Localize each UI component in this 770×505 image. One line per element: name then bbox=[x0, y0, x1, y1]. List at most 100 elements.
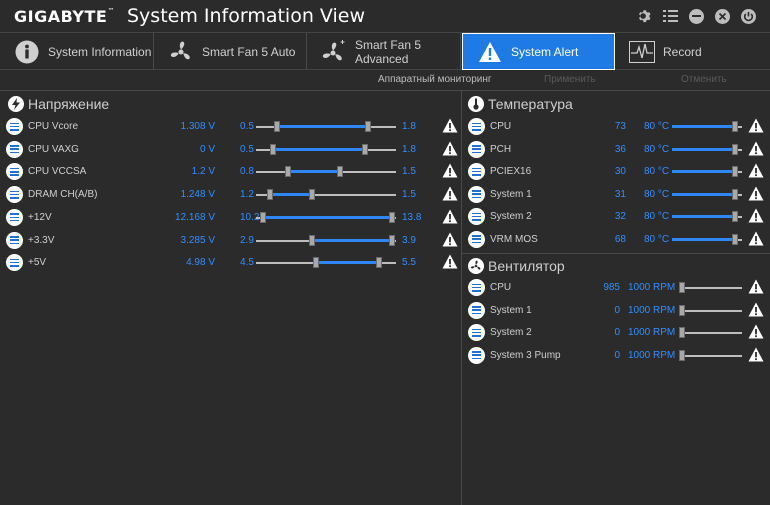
alert-warning-icon[interactable] bbox=[748, 163, 764, 179]
warning-icon bbox=[477, 39, 503, 65]
sensor-name: System 1 bbox=[490, 188, 532, 200]
max-slider-handle[interactable] bbox=[309, 189, 315, 201]
threshold-slider-handle[interactable] bbox=[732, 233, 738, 245]
min-slider-handle[interactable] bbox=[260, 211, 266, 223]
sensor-name: CPU VAXG bbox=[28, 143, 79, 155]
max-threshold: 13.8 bbox=[402, 211, 422, 223]
limit-value: 80 °C bbox=[644, 211, 670, 222]
minimize-icon[interactable] bbox=[688, 8, 704, 24]
threshold-slider-handle[interactable] bbox=[732, 166, 738, 177]
alert-warning-icon[interactable] bbox=[442, 254, 458, 270]
voltage-title: Напряжение bbox=[28, 96, 110, 112]
threshold-slider-fill bbox=[672, 237, 735, 241]
alert-warning-icon[interactable] bbox=[442, 209, 458, 225]
min-slider-handle[interactable] bbox=[269, 143, 276, 155]
threshold-slider-handle[interactable] bbox=[678, 304, 685, 316]
sensor-name: PCH bbox=[490, 143, 512, 155]
alert-warning-icon[interactable] bbox=[748, 347, 764, 363]
max-threshold: 3.9 bbox=[402, 234, 416, 246]
threshold-slider-track[interactable] bbox=[680, 354, 742, 357]
threshold-slider-handle[interactable] bbox=[732, 188, 738, 200]
tab-system-information[interactable]: System Information bbox=[0, 33, 154, 70]
sensor-name: System 1 bbox=[490, 304, 532, 316]
max-slider-handle[interactable] bbox=[365, 121, 371, 132]
threshold-slider-handle[interactable] bbox=[732, 143, 738, 155]
temperature-section-title: Температура bbox=[468, 96, 573, 112]
max-threshold: 5.5 bbox=[402, 257, 416, 269]
sensor-value: 36 bbox=[614, 143, 626, 155]
list-icon bbox=[6, 208, 23, 226]
tab-record[interactable]: Record bbox=[615, 33, 770, 70]
alert-warning-icon[interactable] bbox=[748, 279, 764, 295]
apply-button[interactable]: Применить bbox=[544, 74, 596, 85]
list-icon bbox=[6, 254, 23, 272]
min-slider-handle[interactable] bbox=[274, 121, 280, 132]
alert-warning-icon[interactable] bbox=[442, 232, 458, 248]
alert-warning-icon[interactable] bbox=[748, 324, 764, 340]
range-slider-fill bbox=[263, 215, 392, 219]
max-slider-handle[interactable] bbox=[362, 143, 369, 155]
limit-value: 1000 RPM bbox=[628, 327, 676, 338]
max-slider-handle[interactable] bbox=[337, 166, 343, 178]
threshold-slider-fill bbox=[672, 170, 735, 173]
close-icon[interactable] bbox=[714, 8, 730, 24]
sensor-value: 32 bbox=[614, 211, 626, 222]
min-threshold: 1.2 bbox=[240, 189, 254, 201]
tab-smart-fan-advanced[interactable]: Smart Fan 5 Advanced bbox=[307, 33, 461, 70]
voltage-row: DRAM CH(A/B) 1.248 V 1.2 1.5 bbox=[6, 186, 458, 204]
range-slider-fill bbox=[270, 193, 312, 197]
alert-warning-icon[interactable] bbox=[748, 141, 764, 157]
voltage-row: CPU Vcore 1.308 V 0.5 1.8 bbox=[6, 118, 458, 136]
threshold-slider-handle[interactable] bbox=[678, 282, 685, 293]
min-threshold: 0.5 bbox=[240, 121, 254, 132]
threshold-slider-track[interactable] bbox=[680, 332, 742, 334]
alert-warning-icon[interactable] bbox=[442, 118, 458, 134]
threshold-slider-handle[interactable] bbox=[732, 211, 738, 222]
list-icon bbox=[468, 301, 485, 319]
list-icon[interactable] bbox=[662, 8, 678, 24]
limit-value: 80 °C bbox=[644, 143, 670, 155]
threshold-slider-handle[interactable] bbox=[678, 327, 685, 338]
min-slider-handle[interactable] bbox=[267, 189, 273, 201]
alert-warning-icon[interactable] bbox=[442, 141, 458, 157]
list-icon bbox=[468, 208, 485, 225]
tab-system-alert[interactable]: System Alert bbox=[462, 33, 615, 70]
cancel-button[interactable]: Отменить bbox=[681, 74, 727, 85]
threshold-slider-fill bbox=[672, 192, 735, 196]
gear-icon[interactable] bbox=[636, 8, 652, 24]
panel-divider bbox=[0, 90, 770, 91]
threshold-slider-track[interactable] bbox=[680, 287, 742, 289]
alert-warning-icon[interactable] bbox=[442, 186, 458, 202]
max-slider-handle[interactable] bbox=[388, 234, 395, 246]
tab-label: System Information bbox=[48, 44, 152, 59]
sensor-value: 3.285 V bbox=[180, 234, 215, 246]
sensor-value: 31 bbox=[614, 188, 626, 200]
fan-icon bbox=[168, 39, 194, 65]
threshold-slider-handle[interactable] bbox=[732, 121, 738, 132]
exit-icon[interactable] bbox=[740, 8, 756, 24]
max-slider-handle[interactable] bbox=[388, 211, 395, 223]
min-threshold: 4.5 bbox=[240, 257, 254, 269]
threshold-slider-handle[interactable] bbox=[678, 349, 685, 361]
alert-warning-icon[interactable] bbox=[748, 302, 764, 318]
voltage-section-title: Напряжение bbox=[8, 96, 109, 112]
temperature-row: VRM MOS 68 80 °C bbox=[468, 230, 766, 249]
alert-warning-icon[interactable] bbox=[748, 186, 764, 202]
list-icon bbox=[468, 118, 485, 135]
tab-smart-fan-auto[interactable]: Smart Fan 5 Auto bbox=[154, 33, 307, 70]
alert-warning-icon[interactable] bbox=[442, 163, 458, 179]
list-icon bbox=[468, 279, 485, 296]
threshold-slider-track[interactable] bbox=[680, 309, 742, 312]
alert-warning-icon[interactable] bbox=[748, 118, 764, 134]
min-slider-handle[interactable] bbox=[285, 166, 292, 178]
min-slider-handle[interactable] bbox=[313, 257, 320, 269]
hardware-monitoring-button[interactable]: Аппаратный мониторинг bbox=[378, 74, 492, 85]
limit-value: 80 °C bbox=[644, 166, 670, 177]
min-slider-handle[interactable] bbox=[309, 234, 315, 246]
thermometer-icon bbox=[468, 96, 484, 112]
alert-warning-icon[interactable] bbox=[748, 208, 764, 224]
sensor-name: CPU Vcore bbox=[28, 121, 79, 132]
max-slider-handle[interactable] bbox=[376, 257, 383, 269]
temperature-row: CPU 73 80 °C bbox=[468, 118, 766, 136]
alert-warning-icon[interactable] bbox=[748, 231, 764, 247]
